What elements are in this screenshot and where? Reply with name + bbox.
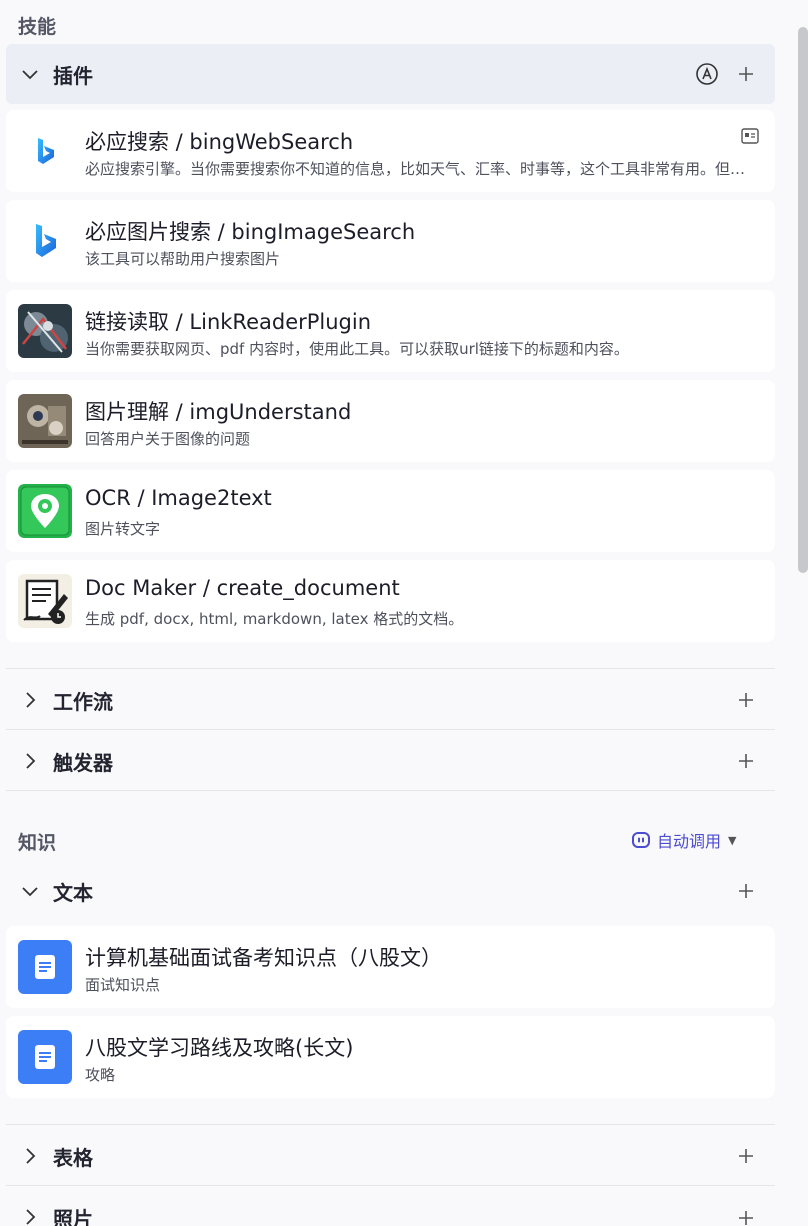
plugin-name: OCR / Image2text: [85, 486, 272, 510]
plugin-desc: 图片转文字: [85, 520, 161, 538]
auto-call-dropdown[interactable]: 自动调用 ▼: [631, 828, 736, 852]
auto-mode-icon[interactable]: [695, 62, 719, 86]
divider: [6, 1185, 775, 1186]
scrollbar[interactable]: [798, 27, 808, 573]
plugin-card-bing-image-search[interactable]: 必应图片搜索 / bingImageSearch 该工具可以帮助用户搜索图片: [6, 200, 775, 282]
divider: [6, 729, 775, 730]
doc-desc: 面试知识点: [85, 976, 161, 994]
add-trigger-icon[interactable]: [737, 752, 755, 770]
plugin-card-doc-maker[interactable]: Doc Maker / create_document 生成 pdf, docx…: [6, 560, 775, 642]
bot-config-panel: 技能 插件 必应搜索 / bingWebSearch 必应搜索引擎。当你需要搜索…: [0, 0, 808, 1226]
plugin-desc: 该工具可以帮助用户搜索图片: [85, 250, 281, 268]
plugin-name: Doc Maker / create_document: [85, 576, 400, 600]
photo-label: 照片: [53, 1207, 93, 1226]
img-understand-image: [18, 394, 72, 448]
skills-section-title: 技能: [18, 16, 57, 38]
doc-maker-icon: [18, 574, 72, 628]
add-plugin-icon[interactable]: [737, 65, 755, 83]
chevron-down-icon[interactable]: [20, 64, 40, 84]
plugin-card-bing-web-search[interactable]: 必应搜索 / bingWebSearch 必应搜索引擎。当你需要搜索你不知道的信…: [6, 110, 775, 192]
add-text-icon[interactable]: [737, 882, 755, 900]
add-table-icon[interactable]: [737, 1147, 755, 1165]
document-icon: [18, 1030, 72, 1084]
auto-call-label: 自动调用: [657, 832, 722, 851]
table-group-header[interactable]: 表格: [6, 1126, 775, 1186]
plugin-desc: 回答用户关于图像的问题: [85, 430, 251, 448]
divider: [6, 790, 775, 791]
caret-down-icon: ▼: [728, 833, 737, 847]
add-photo-icon[interactable]: [737, 1209, 755, 1226]
knowledge-section-title: 知识: [18, 832, 57, 854]
plugins-label: 插件: [53, 63, 93, 88]
chevron-right-icon[interactable]: [20, 1146, 40, 1166]
divider: [6, 668, 775, 669]
knowledge-doc-card[interactable]: 八股文学习路线及攻略(长文) 攻略: [6, 1016, 775, 1098]
photo-group-header[interactable]: 照片: [6, 1187, 775, 1226]
plugins-group-header[interactable]: 插件: [6, 44, 775, 104]
plugin-card-link-reader[interactable]: 链接读取 / LinkReaderPlugin 当你需要获取网页、pdf 内容时…: [6, 290, 775, 372]
knowledge-doc-card[interactable]: 计算机基础面试备考知识点（八股文） 面试知识点: [6, 926, 775, 1008]
trigger-group-header[interactable]: 触发器: [6, 731, 775, 791]
link-reader-image: [18, 304, 72, 358]
plugin-desc: 生成 pdf, docx, html, markdown, latex 格式的文…: [85, 610, 464, 628]
document-icon: [18, 940, 72, 994]
trigger-label: 触发器: [53, 750, 113, 775]
chevron-right-icon[interactable]: [20, 690, 40, 710]
text-group-header[interactable]: 文本: [6, 861, 775, 921]
add-workflow-icon[interactable]: [737, 691, 755, 709]
table-label: 表格: [53, 1145, 93, 1170]
plugin-card-ocr[interactable]: OCR / Image2text 图片转文字: [6, 470, 775, 552]
bing-logo-icon: [18, 124, 72, 178]
plugin-desc: 当你需要获取网页、pdf 内容时，使用此工具。可以获取url链接下的标题和内容。: [85, 340, 629, 358]
workflow-group-header[interactable]: 工作流: [6, 670, 775, 730]
plugin-name: 图片理解 / imgUnderstand: [85, 400, 352, 424]
chevron-down-icon[interactable]: [20, 881, 40, 901]
doc-desc: 攻略: [85, 1066, 116, 1084]
plugin-name: 链接读取 / LinkReaderPlugin: [85, 310, 372, 334]
robot-icon: [632, 832, 650, 848]
divider: [6, 1124, 775, 1125]
plugin-name: 必应搜索 / bingWebSearch: [85, 130, 354, 154]
plugin-desc: 必应搜索引擎。当你需要搜索你不知道的信息，比如天气、汇率、时事等，这个工具非常有…: [85, 160, 755, 178]
text-label: 文本: [53, 880, 93, 905]
chevron-right-icon[interactable]: [20, 1207, 40, 1226]
doc-name: 八股文学习路线及攻略(长文): [85, 1036, 354, 1060]
ocr-icon: [18, 484, 72, 538]
chevron-right-icon[interactable]: [20, 751, 40, 771]
doc-name: 计算机基础面试备考知识点（八股文）: [85, 946, 442, 970]
id-card-icon[interactable]: [741, 128, 759, 144]
plugin-card-img-understand[interactable]: 图片理解 / imgUnderstand 回答用户关于图像的问题: [6, 380, 775, 462]
bing-logo-icon: [18, 214, 72, 268]
plugin-name: 必应图片搜索 / bingImageSearch: [85, 220, 416, 244]
workflow-label: 工作流: [53, 689, 113, 714]
